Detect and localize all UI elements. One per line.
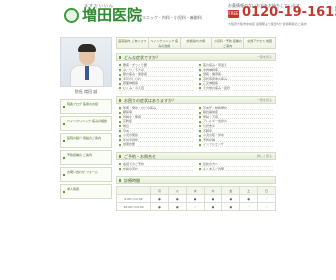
table-cell: ／ <box>239 202 259 212</box>
section-heading: ご予約・お問合せ 詳しく見る <box>116 151 276 160</box>
table-row: 月 火 水 木 金 土 日 <box>116 186 276 196</box>
list-item[interactable]: 診察の流れ <box>119 167 193 172</box>
table-cell: ● <box>167 194 187 204</box>
section-more-link[interactable]: 一覧を見る <box>257 54 272 61</box>
table-cell: 土 <box>239 186 259 196</box>
clinic-specialties: ペインクリニック・内科・小児科・麻酔科 <box>126 15 202 20</box>
sidebar-button-facility[interactable]: 医院の紹介 施設のご案内 <box>60 133 112 148</box>
nav-item-internal[interactable]: 診療案内 内科 <box>180 37 213 49</box>
table-cell: ／ <box>257 194 276 204</box>
schedule-table: 月 火 水 木 金 土 日 9:00〜12:00 ● ● ● ● ● ● ／ 1… <box>116 186 276 212</box>
nav-item-about[interactable]: 医院案内 ごあいさつ <box>116 37 149 49</box>
symptoms-section: どんな症状ですか？ 一覧を見る 腰痛・ぎっくり腰 首の痛み・寝違え 肩こり・五十… <box>116 53 276 91</box>
table-row: 16:00〜19:00 ● ● ／ ● ● ／ ／ <box>116 202 276 212</box>
condition-list: 風邪・発熱・のどの痛み 高血圧・動脈硬化 糖尿病 脂質異常症 胃腸炎・腹痛 便秘… <box>116 104 276 147</box>
table-cell: ● <box>203 202 223 212</box>
table-cell: 水 <box>185 186 205 196</box>
table-cell: 9:00〜12:00 <box>116 194 151 204</box>
section-heading: お困りの症状はありますか？ 一覧を見る <box>116 95 276 104</box>
list-item[interactable]: よくあるご質問 <box>199 167 273 172</box>
table-cell: ／ <box>185 202 205 212</box>
table-cell: ● <box>221 194 241 204</box>
free-dial-icon: FREE <box>228 10 239 18</box>
section-more-link[interactable]: 詳しく見る <box>257 153 272 160</box>
list-item[interactable]: むくみ・冷え症 <box>119 86 193 91</box>
table-cell: 16:00〜19:00 <box>116 202 151 212</box>
table-cell: 火 <box>167 186 187 196</box>
sidebar-buttons: 院長ブログ 医療のお話 ペインクリニック 痛みの相談 医院の紹介 施設のご案内 … <box>60 99 112 199</box>
section-heading: どんな症状ですか？ 一覧を見る <box>116 53 276 61</box>
section-title: どんな症状ですか？ <box>124 55 160 60</box>
symptom-list: 腰痛・ぎっくり腰 首の痛み・寝違え 肩こり・五十肩 坐骨神経痛 膝の痛み・関節痛… <box>116 61 276 91</box>
table-cell <box>116 186 151 196</box>
sidebar-button-vaccine[interactable]: 予防接種の ご案内 <box>60 150 112 165</box>
table-cell: ● <box>239 194 259 204</box>
table-cell: ● <box>150 202 169 212</box>
table-cell: 月 <box>150 186 169 196</box>
list-item[interactable]: インフルエンザ <box>199 142 273 147</box>
table-cell: 金 <box>221 186 241 196</box>
table-cell: ／ <box>257 202 276 212</box>
section-title: 診療時間 <box>124 178 140 184</box>
table-cell: ● <box>185 194 205 204</box>
main-content: どんな症状ですか？ 一覧を見る 腰痛・ぎっくり腰 首の痛み・寝違え 肩こり・五十… <box>116 53 276 216</box>
sidebar-button-recruit[interactable]: 求人情報 <box>60 184 112 199</box>
list-item[interactable]: その他の痛み・症状 <box>199 86 273 91</box>
sidebar-button-pain[interactable]: ペインクリニック 痛みの相談 <box>60 116 112 131</box>
nav-item-pediatrics[interactable]: 小児科・予防 接種のご案内 <box>212 37 245 49</box>
doctor-photo <box>60 37 112 87</box>
phone-number[interactable]: 0120-19-1615 <box>242 6 336 20</box>
table-cell: 日 <box>257 186 276 196</box>
table-cell: ● <box>150 194 169 204</box>
section-title: ご予約・お問合せ <box>124 153 156 159</box>
reservation-list: 電話でのご予約 初診の方へ 診察の流れ よくあるご質問 <box>116 160 276 172</box>
clinic-logo-icon[interactable] <box>64 8 79 23</box>
reservation-section: ご予約・お問合せ 詳しく見る 電話でのご予約 初診の方へ 診察の流れ よくあるご… <box>116 151 276 172</box>
conditions-section: お困りの症状はありますか？ 一覧を見る 風邪・発熱・のどの痛み 高血圧・動脈硬化… <box>116 95 276 147</box>
table-cell: ● <box>203 194 223 204</box>
sidebar-button-blog[interactable]: 院長ブログ 医療のお話 <box>60 99 112 114</box>
header-address: 大阪府大阪市中央区 最寄駅より徒歩5分 診療時間のご案内 <box>228 22 307 26</box>
section-title: お困りの症状はありますか？ <box>124 97 176 103</box>
table-row: 9:00〜12:00 ● ● ● ● ● ● ／ <box>116 194 276 204</box>
site-header: ますだいいん 増田医院 ペインクリニック・内科・小児科・麻酔科 お薬情報のないお… <box>0 0 336 32</box>
table-cell: ● <box>221 202 241 212</box>
sidebar-button-contact[interactable]: お問い合わせ フォーム <box>60 167 112 182</box>
doctor-caption: 院長 増田 誠 <box>74 89 98 94</box>
schedule-section: 診療時間 月 火 水 木 金 土 日 9:00〜12:00 ● ● ● ● ● … <box>116 176 276 212</box>
section-more-link[interactable]: 一覧を見る <box>257 97 272 104</box>
global-nav: 医院案内 ごあいさつ ペインクリニック 痛みの治療 診療案内 内科 小児科・予防… <box>116 37 276 49</box>
table-cell: 木 <box>203 186 223 196</box>
sidebar: 院長 増田 誠 院長ブログ 医療のお話 ペインクリニック 痛みの相談 医院の紹介… <box>60 37 112 201</box>
nav-item-access[interactable]: 交通アクセス 地図 <box>244 37 276 49</box>
section-heading: 診療時間 <box>116 176 276 185</box>
table-cell: ● <box>167 202 187 212</box>
list-item[interactable]: 健康診断 <box>119 142 193 147</box>
nav-item-pain-clinic[interactable]: ペインクリニック 痛みの治療 <box>148 37 181 49</box>
